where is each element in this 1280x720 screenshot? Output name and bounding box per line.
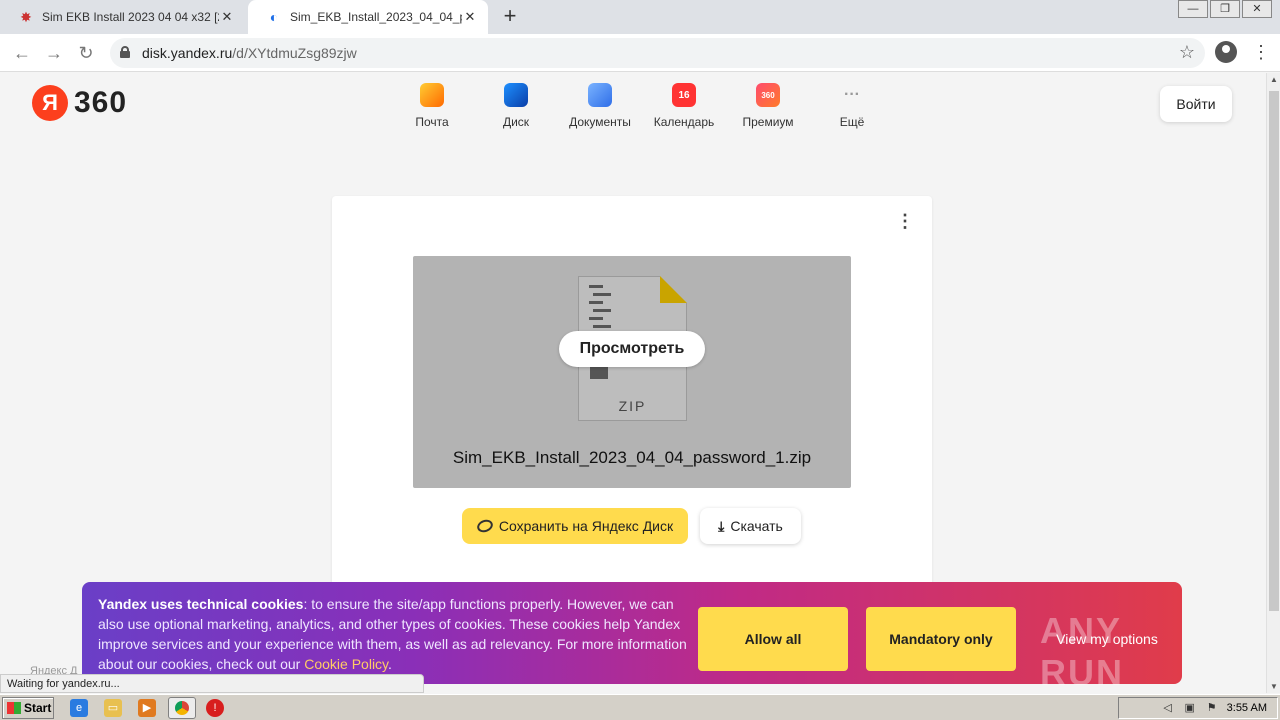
new-tab-button[interactable]: + [498, 4, 522, 28]
service-premium[interactable]: 360 Премиум [726, 83, 810, 129]
browser-menu-icon[interactable]: ⋮ [1252, 42, 1270, 62]
flag-icon[interactable]: ⚑ [1205, 701, 1219, 715]
card-menu-icon[interactable]: ⋮ [896, 212, 914, 230]
restore-button[interactable]: ❐ [1210, 0, 1240, 18]
service-more[interactable]: ··· Ещё [810, 83, 894, 129]
volume-icon[interactable]: ◁ [1161, 701, 1175, 715]
forward-arrow-icon[interactable]: → [42, 41, 66, 65]
network-icon[interactable]: ▣ [1183, 701, 1197, 715]
zip-label: ZIP [618, 398, 647, 414]
tab-inactive[interactable]: ✸ Sim EKB Install 2023 04 04 x32 [2023 ✕ [0, 0, 245, 34]
allow-all-button[interactable]: Allow all [698, 607, 848, 671]
login-button[interactable]: Войти [1160, 86, 1232, 122]
tab-bar: ✸ Sim EKB Install 2023 04 04 x32 [2023 ✕… [0, 0, 1280, 34]
save-to-disk-button[interactable]: Сохранить на Яндекс Диск [462, 508, 688, 544]
service-disk[interactable]: Диск [474, 83, 558, 129]
file-name: Sim_EKB_Install_2023_04_04_password_1.zi… [452, 448, 812, 467]
download-button[interactable]: ⤓ Скачать [700, 508, 801, 544]
browser-toolbar: ← → ↻ disk.yandex.ru/d/XYtdmuZsg89zjw ☆ [0, 34, 1280, 72]
scroll-down-icon[interactable]: ▼ [1270, 682, 1278, 691]
chrome-taskbar-button[interactable] [168, 697, 196, 719]
profile-avatar-icon[interactable] [1215, 41, 1237, 63]
bookmark-star-icon[interactable]: ☆ [1179, 42, 1195, 63]
close-tab-icon[interactable]: ✕ [462, 9, 478, 25]
mandatory-only-button[interactable]: Mandatory only [866, 607, 1016, 671]
taskbar: Start e ▭ ▶ ! ◁ ▣ ⚑ 3:55 AM [0, 694, 1280, 720]
status-bar: Waiting for yandex.ru... [0, 674, 424, 693]
download-label: Скачать [730, 518, 783, 534]
save-label: Сохранить на Яндекс Диск [498, 518, 674, 534]
tab-title: Sim_EKB_Install_2023_04_04_passw [290, 10, 462, 24]
cookie-title: Yandex uses technical cookies [98, 596, 304, 612]
cookie-policy-link[interactable]: Cookie Policy [304, 656, 388, 672]
cookie-text: Yandex uses technical cookies: to ensure… [98, 594, 688, 674]
disk-icon [504, 83, 528, 107]
preview-button[interactable]: Просмотреть [559, 331, 705, 367]
url-text[interactable]: disk.yandex.ru/d/XYtdmuZsg89zjw [142, 45, 357, 61]
window-controls: — ❐ ✕ [1176, 0, 1272, 18]
scroll-up-icon[interactable]: ▲ [1270, 75, 1278, 84]
url-host: disk.yandex.ru [142, 45, 233, 61]
tab-active[interactable]: ◐ Sim_EKB_Install_2023_04_04_passw ✕ [248, 0, 488, 34]
minimize-button[interactable]: — [1178, 0, 1208, 18]
tab-title: Sim EKB Install 2023 04 04 x32 [2023 [42, 10, 219, 24]
zipper-pull [590, 367, 608, 379]
close-window-button[interactable]: ✕ [1242, 0, 1272, 18]
start-button[interactable]: Start [2, 697, 54, 719]
clock[interactable]: 3:55 AM [1227, 702, 1267, 714]
download-icon: ⤓ [718, 517, 725, 534]
folded-corner [660, 276, 687, 303]
address-bar[interactable]: disk.yandex.ru/d/XYtdmuZsg89zjw ☆ [110, 38, 1205, 68]
lock-icon [120, 46, 130, 58]
folder-icon[interactable]: ▭ [104, 699, 122, 717]
more-icon: ··· [844, 86, 860, 103]
yandex-disk-favicon-icon: ◐ [269, 9, 279, 25]
chrome-icon [175, 701, 189, 715]
disk-icon [475, 517, 495, 535]
media-player-icon[interactable]: ▶ [138, 699, 156, 717]
service-mail[interactable]: Почта [390, 83, 474, 129]
service-calendar[interactable]: 16 Календарь [642, 83, 726, 129]
view-options-button[interactable]: View my options [1032, 607, 1182, 671]
service-label: Почта [415, 115, 449, 129]
cookie-end: . [388, 656, 392, 672]
service-label: Документы [569, 115, 631, 129]
service-label: Ещё [839, 115, 865, 129]
logo-letter: Я [32, 85, 68, 121]
file-card: ⋮ ZIP Просмотреть Sim_EKB_Install_2023_0… [332, 196, 932, 596]
mail-icon [420, 83, 444, 107]
start-label: Start [24, 701, 52, 715]
cookie-banner: Yandex uses technical cookies: to ensure… [82, 582, 1182, 693]
page-scrollbar[interactable]: ▲ ▼ [1266, 73, 1280, 693]
docs-icon [588, 83, 612, 107]
back-arrow-icon[interactable]: ← [10, 41, 34, 65]
anyrun-favicon-icon: ✸ [20, 8, 32, 25]
calendar-icon: 16 [672, 83, 696, 107]
internet-explorer-icon[interactable]: e [70, 699, 88, 717]
reload-icon[interactable]: ↻ [74, 41, 98, 65]
close-tab-icon[interactable]: ✕ [219, 9, 235, 25]
premium-icon: 360 [756, 83, 780, 107]
service-docs[interactable]: Документы [558, 83, 642, 129]
url-path: /d/XYtdmuZsg89zjw [232, 45, 357, 61]
windows-logo-icon [7, 702, 21, 714]
service-label: Календарь [653, 115, 715, 129]
logo-text: 360 [74, 86, 128, 119]
service-label: Премиум [742, 115, 794, 129]
service-label: Диск [502, 115, 530, 129]
file-preview[interactable]: ZIP Просмотреть Sim_EKB_Install_2023_04_… [413, 256, 851, 488]
services-nav: Почта Диск Документы 16 Календарь 360 Пр… [390, 83, 894, 129]
antivirus-icon[interactable]: ! [206, 699, 224, 717]
system-tray: ◁ ▣ ⚑ 3:55 AM [1118, 697, 1278, 719]
scrollbar-thumb[interactable] [1269, 91, 1279, 611]
yandex-360-logo[interactable]: Я 360 [32, 85, 127, 121]
